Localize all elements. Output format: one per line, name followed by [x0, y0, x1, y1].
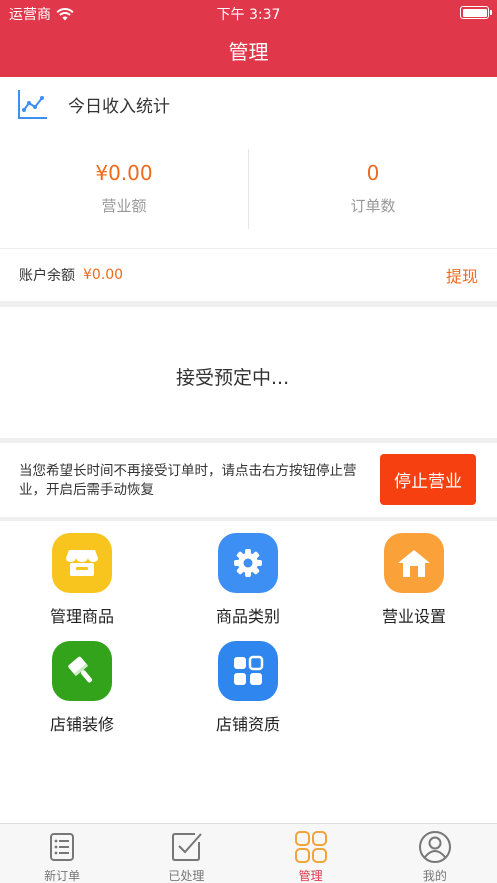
shop-icon [52, 533, 112, 593]
menu-store-qualification[interactable]: 店铺资质 [188, 641, 308, 735]
revenue-label: 营业额 [101, 197, 147, 215]
menu-label: 店铺资质 [215, 715, 280, 734]
grid-icon [294, 831, 327, 863]
revenue-value: ¥0.00 [95, 161, 153, 185]
withdraw-link[interactable]: 提现 [446, 263, 478, 287]
bottom-tab-bar: 新订单 已处理 管理 我的 [0, 823, 497, 883]
stop-business-button[interactable]: 停止营业 [380, 454, 476, 505]
tab-label: 我的 [422, 869, 447, 883]
income-stats-title: 今日收入统计 [68, 96, 170, 117]
orders-stat: 0 订单数 [248, 149, 497, 229]
tab-mine[interactable]: 我的 [373, 824, 497, 883]
booking-status-text: 接受预定中... [176, 367, 290, 389]
menu-store-decoration[interactable]: 店铺装修 [22, 641, 142, 735]
list-icon [50, 833, 75, 861]
menu-label: 营业设置 [381, 607, 446, 626]
menu-label: 商品类别 [215, 607, 280, 626]
balance-label: 账户余额 [19, 268, 75, 284]
income-stats-header: 今日收入统计 [0, 77, 497, 131]
tab-new-orders[interactable]: 新订单 [0, 824, 124, 883]
tab-processed[interactable]: 已处理 [124, 824, 248, 883]
app-header: 运营商 下午 3:37 管理 [0, 0, 497, 77]
tab-manage[interactable]: 管理 [249, 824, 373, 883]
tab-label: 管理 [298, 869, 323, 883]
revenue-stat: ¥0.00 营业额 [0, 149, 248, 229]
orders-value: 0 [366, 161, 380, 185]
stop-business-hint: 当您希望长时间不再接受订单时，请点击右方按钮停止营业，开启后需手动恢复 [19, 463, 357, 498]
balance-value: ¥0.00 [83, 267, 124, 283]
trend-chart-icon [18, 90, 47, 119]
user-icon [418, 831, 451, 863]
page-title: 管理 [228, 40, 269, 64]
balance-row: 账户余额 ¥0.00 提现 [0, 248, 497, 301]
menu-manage-products[interactable]: 管理商品 [22, 533, 142, 627]
orders-label: 订单数 [350, 197, 396, 215]
income-stats-card: 今日收入统计 ¥0.00 营业额 0 订单数 账户余额 ¥0.00 提现 [0, 77, 497, 301]
booking-status-card: 接受预定中... 下班 [0, 307, 497, 715]
checked-box-icon [172, 833, 203, 861]
stop-business-card: 当您希望长时间不再接受订单时，请点击右方按钮停止营业，开启后需手动恢复 停止营业 [0, 443, 497, 517]
gear-icon [218, 533, 278, 593]
battery-icon [460, 6, 492, 19]
status-bar: 运营商 下午 3:37 [0, 0, 497, 26]
menu-product-categories[interactable]: 商品类别 [188, 533, 308, 627]
tab-label: 新订单 [44, 869, 81, 883]
menu-business-settings[interactable]: 营业设置 [354, 533, 474, 627]
menu-label: 管理商品 [49, 607, 114, 626]
income-stats-columns: ¥0.00 营业额 0 订单数 [0, 149, 497, 229]
status-time: 下午 3:37 [216, 7, 281, 23]
home-icon [384, 533, 444, 593]
apps-icon [218, 641, 278, 701]
tab-label: 已处理 [168, 869, 205, 883]
function-grid: 管理商品 商品类别 营业设置 店铺装修 店铺资质 [0, 521, 497, 823]
brush-icon [52, 641, 112, 701]
menu-label: 店铺装修 [49, 715, 114, 734]
